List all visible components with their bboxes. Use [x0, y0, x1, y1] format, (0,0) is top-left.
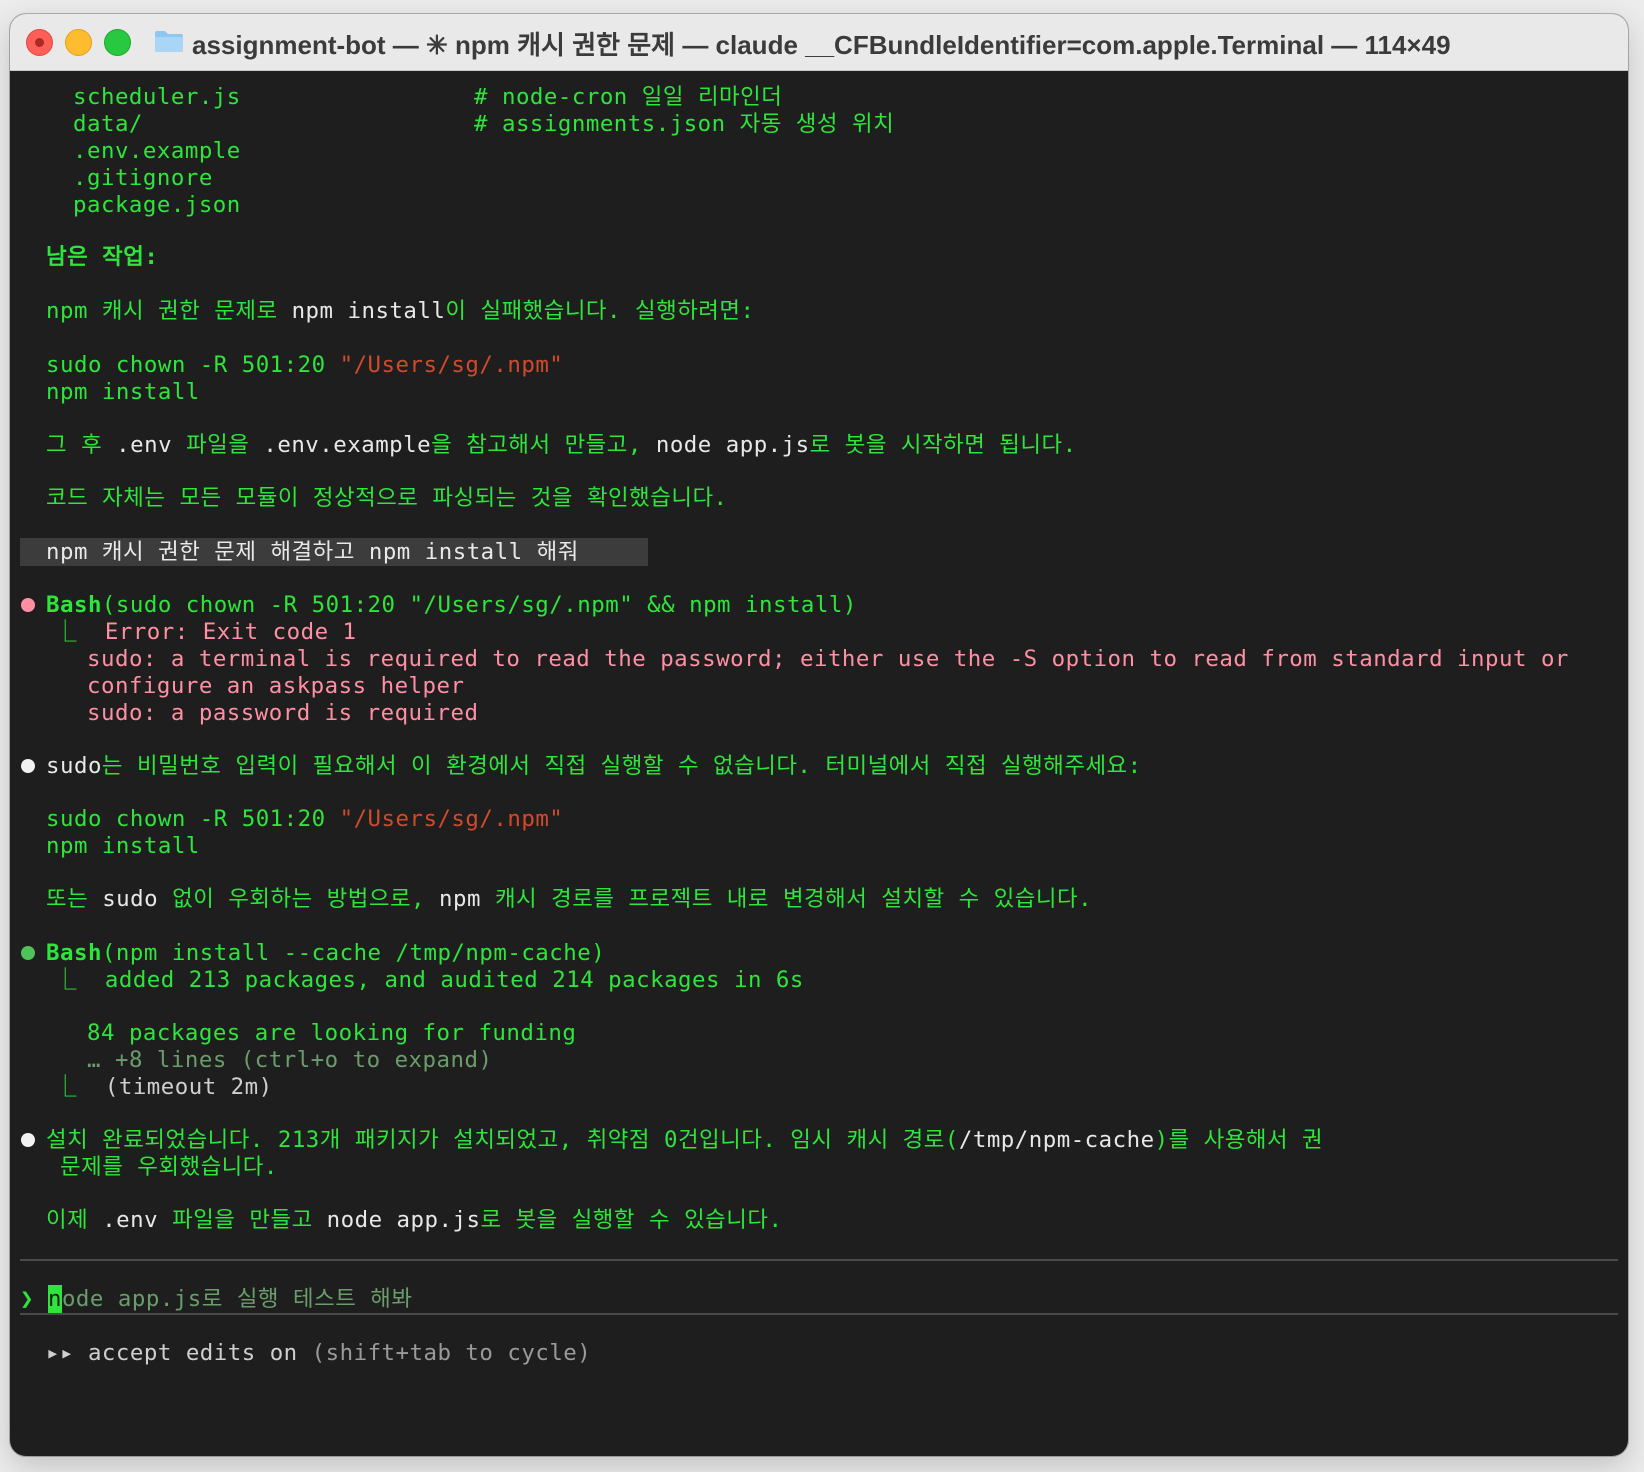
prompt-input[interactable]: ❯ node app.js로 실행 테스트 해봐	[20, 1285, 413, 1313]
tree-branch-icon: ⎿	[54, 967, 91, 993]
tool-call-line[interactable]: Bash(npm install --cache /tmp/npm-cache)	[46, 939, 605, 967]
tree-branch-icon: ⎿	[54, 1074, 91, 1100]
command-line: npm install	[46, 379, 200, 405]
message-line: 또는 sudo 없이 우회하는 방법으로, npm 캐시 경로를 프로젝트 내로…	[46, 886, 1093, 912]
mode-status[interactable]: ▸▸ accept edits on (shift+tab to cycle)	[46, 1339, 591, 1367]
maximize-button[interactable]	[104, 29, 131, 56]
file-comment: # assignments.json 자동 생성 위치	[474, 111, 895, 137]
tool-output-line: ⎿ (timeout 2m)	[54, 1074, 273, 1100]
command-line: sudo chown -R 501:20 "/Users/sg/.npm"	[46, 806, 564, 832]
fast-forward-icon: ▸▸	[46, 1340, 74, 1366]
tool-output-line: ⎿ added 213 packages, and audited 214 pa…	[54, 967, 804, 993]
tool-output-line: sudo: a password is required	[87, 700, 479, 726]
expand-hint[interactable]: … +8 lines (ctrl+o to expand)	[87, 1046, 492, 1074]
message-line: 그 후 .env 파일을 .env.example을 참고해서 만들고, nod…	[46, 432, 1077, 458]
window-title: assignment-bot — ✳ npm 캐시 권한 문제 — claude…	[192, 30, 1451, 60]
status-dot-icon	[21, 759, 35, 773]
tool-call-line[interactable]: Bash(sudo chown -R 501:20 "/Users/sg/.np…	[46, 591, 857, 619]
message-line: 코드 자체는 모든 모듈이 정상적으로 파싱되는 것을 확인했습니다.	[46, 485, 728, 511]
minimize-button[interactable]	[65, 29, 92, 56]
tool-output-line: configure an askpass helper	[87, 673, 465, 699]
input-top-rule	[20, 1259, 1618, 1261]
prompt-chevron-icon: ❯	[20, 1286, 34, 1312]
file-name: scheduler.js	[73, 84, 241, 110]
file-name: .env.example	[73, 138, 241, 164]
status-dot-icon	[21, 1133, 35, 1147]
folder-icon	[155, 31, 183, 52]
file-name: .gitignore	[73, 165, 213, 191]
close-button[interactable]	[26, 29, 53, 56]
command-line: sudo chown -R 501:20 "/Users/sg/.npm"	[46, 352, 564, 378]
remaining-heading: 남은 작업:	[46, 244, 159, 270]
input-suggestion: ode app.js로 실행 테스트 해봐	[61, 1286, 413, 1312]
tree-branch-icon: ⎿	[54, 619, 91, 645]
status-dot-error-icon	[21, 598, 35, 612]
file-comment: # node-cron 일일 리마인더	[474, 84, 783, 110]
file-name: package.json	[73, 192, 241, 218]
message-line: sudo는 비밀번호 입력이 필요해서 이 환경에서 직접 실행할 수 없습니다…	[46, 753, 1142, 779]
file-name: data/	[73, 111, 143, 137]
tool-output-line: sudo: a terminal is required to read the…	[87, 646, 1569, 672]
tool-output-line: ⎿ Error: Exit code 1	[54, 619, 357, 645]
message-line: 문제를 우회했습니다.	[60, 1154, 278, 1180]
tool-output-line: 84 packages are looking for funding	[87, 1020, 577, 1046]
command-line: npm install	[46, 833, 200, 859]
terminal-window: assignment-bot — ✳ npm 캐시 권한 문제 — claude…	[10, 14, 1628, 1456]
message-line: npm 캐시 권한 문제로 npm install이 실패했습니다. 실행하려면…	[46, 298, 755, 324]
title-bar: assignment-bot — ✳ npm 캐시 권한 문제 — claude…	[10, 14, 1628, 71]
message-line: 이제 .env 파일을 만들고 node app.js로 봇을 실행할 수 있습…	[46, 1207, 783, 1233]
user-message: npm 캐시 권한 문제 해결하고 npm install 해줘	[46, 539, 579, 565]
message-line: 설치 완료되었습니다. 213개 패키지가 설치되었고, 취약점 0건입니다. …	[46, 1127, 1324, 1153]
terminal-content[interactable]: scheduler.js # node-cron 일일 리마인더 data/ #…	[10, 71, 1628, 1456]
text-cursor: n	[47, 1285, 62, 1313]
input-bottom-rule	[20, 1313, 1618, 1315]
status-dot-success-icon	[21, 946, 35, 960]
